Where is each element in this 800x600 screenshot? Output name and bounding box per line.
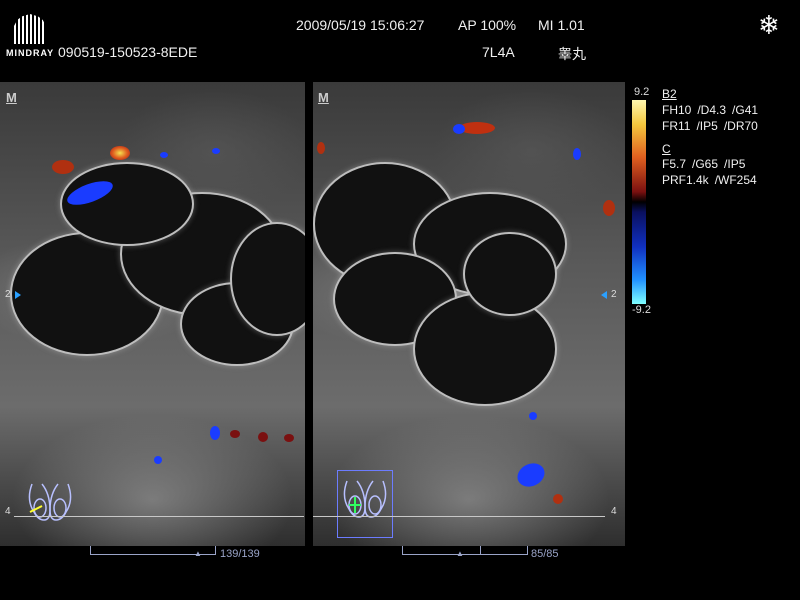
- patient-id: 090519-150523-8EDE: [58, 44, 198, 60]
- orientation-marker: M: [6, 90, 17, 105]
- doppler-flow-red: [110, 146, 130, 160]
- cine-cursor-icon[interactable]: ▲: [456, 549, 464, 558]
- mechanical-index: MI 1.01: [538, 17, 585, 33]
- acoustic-power: AP 100%: [458, 17, 517, 33]
- c-mode-row2: PRF1.4k/WF254: [662, 173, 757, 187]
- c-mode-row1: F5.7/G65/IP5: [662, 157, 746, 171]
- cyst: [463, 232, 557, 316]
- b-mode-row2: FR11/IP5/DR70: [662, 119, 758, 133]
- doppler-flow-blue: [453, 124, 465, 134]
- b-mode-title: B2: [662, 87, 677, 101]
- doppler-flow-blue: [154, 456, 162, 464]
- body-mark-icon: [343, 480, 387, 518]
- depth-line: [14, 516, 304, 517]
- doppler-flow-blue: [529, 412, 537, 420]
- cine-cursor-icon[interactable]: ▲: [194, 549, 202, 558]
- probe-model: 7L4A: [482, 44, 515, 60]
- doppler-flow-red: [258, 432, 268, 442]
- frame-counter-left: 139/139: [220, 548, 260, 560]
- body-mark-frame[interactable]: [337, 470, 393, 538]
- exam-datetime: 2009/05/19 15:06:27: [296, 17, 425, 33]
- color-scale-bar: [632, 100, 646, 304]
- cine-progress-right[interactable]: [402, 546, 528, 555]
- snowflake-icon[interactable]: ❄: [758, 10, 780, 41]
- doppler-flow-red: [553, 494, 563, 504]
- ultrasound-image-right[interactable]: M: [313, 82, 625, 546]
- color-scale-max: 9.2: [634, 86, 650, 98]
- b-mode-row1: FH10/D4.3/G41: [662, 103, 759, 117]
- doppler-flow-blue: [160, 152, 168, 158]
- doppler-flow-red: [284, 434, 294, 442]
- doppler-flow-red: [230, 430, 240, 438]
- logo-mark-icon: [14, 14, 46, 44]
- depth-line: [313, 516, 605, 517]
- depth-label: 2: [611, 289, 617, 300]
- exam-part: 睾丸: [558, 46, 586, 62]
- color-scale-min: -9.2: [632, 304, 651, 316]
- focus-marker-icon: [15, 291, 21, 299]
- depth-label: 4: [611, 506, 617, 517]
- doppler-flow-red: [52, 160, 74, 174]
- focus-marker-icon: [601, 291, 607, 299]
- doppler-flow-red: [317, 142, 325, 154]
- doppler-flow-red: [603, 200, 615, 216]
- body-mark-icon[interactable]: [24, 480, 76, 534]
- doppler-flow-blue: [210, 426, 220, 440]
- frame-counter-right: 85/85: [531, 548, 559, 560]
- brand-name: MINDRAY: [6, 48, 55, 58]
- orientation-marker: M: [318, 90, 329, 105]
- ultrasound-image-left[interactable]: M: [0, 82, 305, 546]
- depth-label: 2: [5, 289, 11, 300]
- doppler-flow-blue: [212, 148, 220, 154]
- pane-divider: [305, 82, 313, 546]
- doppler-flow-blue: [573, 148, 581, 160]
- mindray-logo: MINDRAY: [6, 12, 55, 60]
- c-mode-title: C: [662, 142, 671, 156]
- depth-label: 4: [5, 506, 11, 517]
